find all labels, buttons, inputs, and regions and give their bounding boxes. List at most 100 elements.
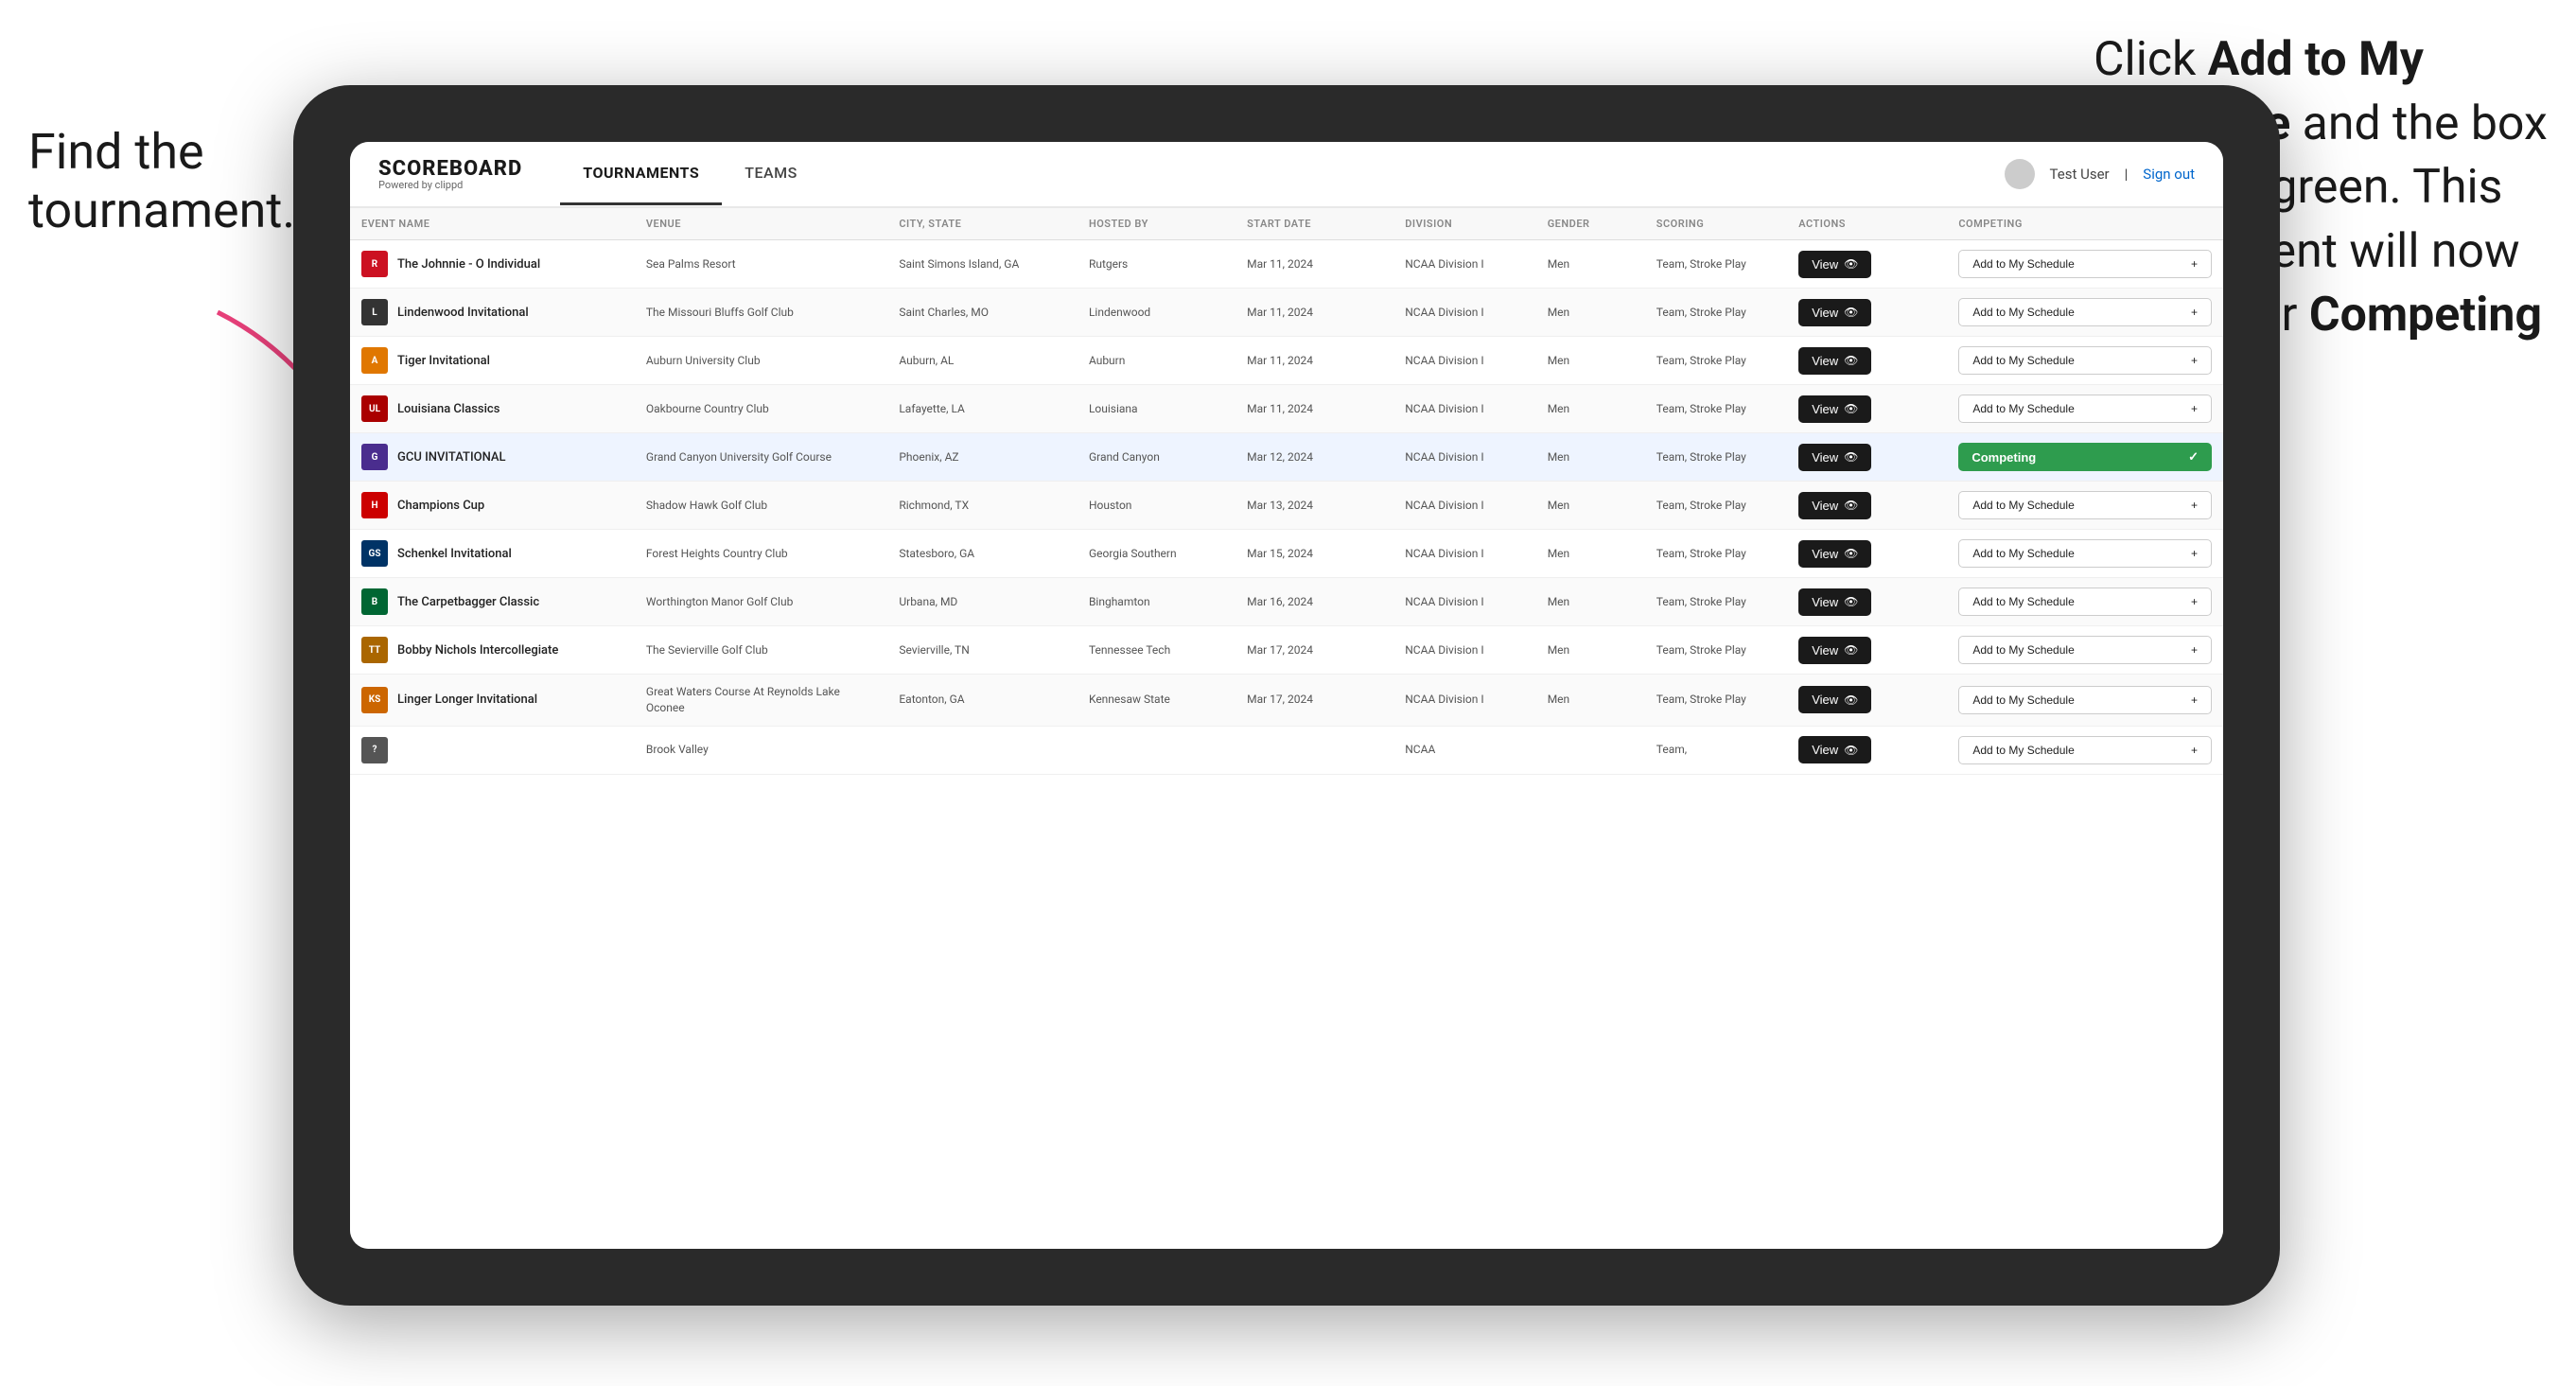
team-logo: A bbox=[361, 347, 388, 374]
view-button[interactable]: View 👁 bbox=[1798, 492, 1871, 519]
col-header-hosted: HOSTED BY bbox=[1078, 208, 1235, 240]
view-button[interactable]: View 👁 bbox=[1798, 444, 1871, 471]
col-header-competing: COMPETING bbox=[1947, 208, 2223, 240]
add-to-schedule-button[interactable]: Add to My Schedule + bbox=[1958, 250, 2212, 278]
scoring-cell: Team, Stroke Play bbox=[1645, 578, 1787, 626]
add-to-schedule-button[interactable]: Add to My Schedule + bbox=[1958, 636, 2212, 664]
plus-icon: + bbox=[2191, 306, 2198, 319]
venue-cell: Forest Heights Country Club bbox=[635, 530, 887, 578]
division-cell: NCAA Division I bbox=[1393, 675, 1535, 727]
table-row: KS Linger Longer Invitational Great Wate… bbox=[350, 675, 2223, 727]
eye-icon: 👁 bbox=[1844, 595, 1858, 608]
team-logo: H bbox=[361, 492, 388, 518]
scoring-cell: Team, bbox=[1645, 726, 1787, 774]
scoring-cell: Team, Stroke Play bbox=[1645, 433, 1787, 482]
tablet-screen: SCOREBOARD Powered by clippd TOURNAMENTS… bbox=[350, 142, 2223, 1249]
date-cell: Mar 11, 2024 bbox=[1235, 385, 1393, 433]
plus-icon: + bbox=[2191, 595, 2198, 608]
scoring-cell: Team, Stroke Play bbox=[1645, 289, 1787, 337]
scoring-cell: Team, Stroke Play bbox=[1645, 385, 1787, 433]
hosted-cell: Houston bbox=[1078, 482, 1235, 530]
add-to-schedule-button[interactable]: Add to My Schedule + bbox=[1958, 539, 2212, 568]
venue-cell: The Missouri Bluffs Golf Club bbox=[635, 289, 887, 337]
event-name-cell: G GCU INVITATIONAL bbox=[361, 444, 623, 470]
date-cell: Mar 17, 2024 bbox=[1235, 675, 1393, 727]
eye-icon: 👁 bbox=[1844, 450, 1858, 464]
add-to-schedule-button[interactable]: Add to My Schedule + bbox=[1958, 686, 2212, 714]
event-name-cell: A Tiger Invitational bbox=[361, 347, 623, 374]
competing-cell: Add to My Schedule + bbox=[1947, 726, 2223, 774]
add-schedule-label: Add to My Schedule bbox=[1972, 595, 2074, 608]
date-cell: Mar 16, 2024 bbox=[1235, 578, 1393, 626]
competing-button[interactable]: Competing ✓ bbox=[1958, 443, 2212, 471]
add-to-schedule-button[interactable]: Add to My Schedule + bbox=[1958, 491, 2212, 519]
view-label: View bbox=[1812, 499, 1838, 513]
venue-cell: Oakbourne Country Club bbox=[635, 385, 887, 433]
nav-tabs: TOURNAMENTS TEAMS bbox=[560, 143, 820, 205]
gender-cell bbox=[1536, 726, 1645, 774]
hosted-cell: Rutgers bbox=[1078, 240, 1235, 289]
add-to-schedule-button[interactable]: Add to My Schedule + bbox=[1958, 395, 2212, 423]
add-schedule-label: Add to My Schedule bbox=[1972, 257, 2074, 271]
app-header: SCOREBOARD Powered by clippd TOURNAMENTS… bbox=[350, 142, 2223, 208]
actions-cell: View 👁 bbox=[1787, 626, 1947, 675]
table-header-row: EVENT NAME VENUE CITY, STATE HOSTED BY S… bbox=[350, 208, 2223, 240]
table-container: EVENT NAME VENUE CITY, STATE HOSTED BY S… bbox=[350, 208, 2223, 1249]
view-button[interactable]: View 👁 bbox=[1798, 686, 1871, 713]
division-cell: NCAA Division I bbox=[1393, 385, 1535, 433]
division-cell: NCAA Division I bbox=[1393, 482, 1535, 530]
competing-cell: Add to My Schedule + bbox=[1947, 240, 2223, 289]
add-to-schedule-button[interactable]: Add to My Schedule + bbox=[1958, 736, 2212, 764]
event-name-cell: H Champions Cup bbox=[361, 492, 623, 518]
tab-teams[interactable]: TEAMS bbox=[722, 143, 820, 205]
view-button[interactable]: View 👁 bbox=[1798, 395, 1871, 423]
view-button[interactable]: View 👁 bbox=[1798, 251, 1871, 278]
add-to-schedule-button[interactable]: Add to My Schedule + bbox=[1958, 588, 2212, 616]
sign-out-link[interactable]: Sign out bbox=[2143, 166, 2195, 183]
view-button[interactable]: View 👁 bbox=[1798, 347, 1871, 375]
table-row: H Champions Cup Shadow Hawk Golf ClubRic… bbox=[350, 482, 2223, 530]
team-logo: L bbox=[361, 299, 388, 325]
date-cell: Mar 12, 2024 bbox=[1235, 433, 1393, 482]
tab-tournaments[interactable]: TOURNAMENTS bbox=[560, 143, 722, 205]
add-to-schedule-button[interactable]: Add to My Schedule + bbox=[1958, 346, 2212, 375]
col-header-scoring: SCORING bbox=[1645, 208, 1787, 240]
venue-cell: Grand Canyon University Golf Course bbox=[635, 433, 887, 482]
add-schedule-label: Add to My Schedule bbox=[1972, 643, 2074, 657]
gender-cell: Men bbox=[1536, 530, 1645, 578]
eye-icon: 👁 bbox=[1844, 354, 1858, 367]
view-label: View bbox=[1812, 257, 1838, 272]
hosted-cell: Lindenwood bbox=[1078, 289, 1235, 337]
table-row: L Lindenwood Invitational The Missouri B… bbox=[350, 289, 2223, 337]
gender-cell: Men bbox=[1536, 240, 1645, 289]
event-name: The Carpetbagger Classic bbox=[397, 595, 539, 609]
event-name: Schenkel Invitational bbox=[397, 547, 512, 561]
gender-cell: Men bbox=[1536, 433, 1645, 482]
table-row: B The Carpetbagger Classic Worthington M… bbox=[350, 578, 2223, 626]
add-schedule-label: Add to My Schedule bbox=[1972, 693, 2074, 707]
eye-icon: 👁 bbox=[1844, 402, 1858, 415]
view-button[interactable]: View 👁 bbox=[1798, 637, 1871, 664]
view-button[interactable]: View 👁 bbox=[1798, 588, 1871, 616]
gender-cell: Men bbox=[1536, 385, 1645, 433]
hosted-cell: Binghamton bbox=[1078, 578, 1235, 626]
add-schedule-label: Add to My Schedule bbox=[1972, 744, 2074, 757]
event-name-cell: R The Johnnie - O Individual bbox=[361, 251, 623, 277]
team-logo: R bbox=[361, 251, 388, 277]
venue-cell: Brook Valley bbox=[635, 726, 887, 774]
view-button[interactable]: View 👁 bbox=[1798, 540, 1871, 568]
date-cell bbox=[1235, 726, 1393, 774]
view-button[interactable]: View 👁 bbox=[1798, 299, 1871, 326]
plus-icon: + bbox=[2191, 744, 2198, 757]
col-header-actions: ACTIONS bbox=[1787, 208, 1947, 240]
actions-cell: View 👁 bbox=[1787, 482, 1947, 530]
view-button[interactable]: View 👁 bbox=[1798, 736, 1871, 763]
view-label: View bbox=[1812, 402, 1838, 416]
division-cell: NCAA Division I bbox=[1393, 433, 1535, 482]
division-cell: NCAA Division I bbox=[1393, 578, 1535, 626]
table-row: TT Bobby Nichols Intercollegiate The Sev… bbox=[350, 626, 2223, 675]
checkmark-icon: ✓ bbox=[2188, 449, 2199, 465]
division-cell: NCAA Division I bbox=[1393, 240, 1535, 289]
city-cell: Richmond, TX bbox=[887, 482, 1078, 530]
add-to-schedule-button[interactable]: Add to My Schedule + bbox=[1958, 298, 2212, 326]
